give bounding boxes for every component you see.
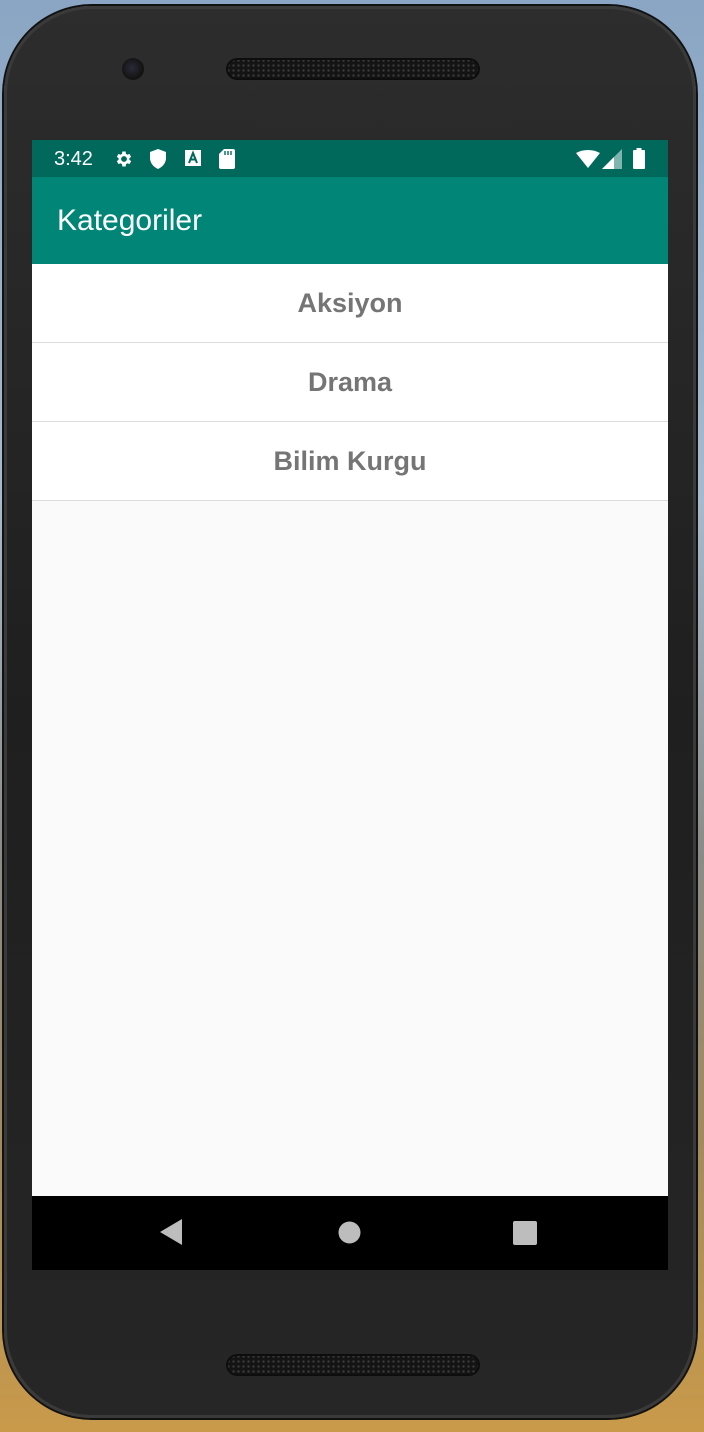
top-speaker-grille (226, 58, 480, 80)
status-time: 3:42 (54, 148, 93, 170)
navigation-bar (32, 1196, 668, 1270)
back-icon[interactable] (160, 1219, 184, 1250)
home-icon[interactable] (338, 1221, 361, 1249)
a-box-icon (184, 149, 202, 172)
category-item-aksiyon[interactable]: Aksiyon (32, 264, 668, 343)
device-screen: 3:42 Kategoriler Aksiyon Drama Bilim Kur… (32, 140, 668, 1270)
status-bar: 3:42 (32, 140, 668, 177)
shield-icon (149, 149, 167, 174)
battery-icon (633, 148, 645, 174)
app-bar: Kategoriler (32, 177, 668, 264)
gear-icon (114, 149, 134, 174)
page-title: Kategoriler (57, 204, 203, 237)
category-item-drama[interactable]: Drama (32, 343, 668, 422)
front-camera (122, 58, 144, 80)
bottom-speaker-grille (226, 1354, 480, 1376)
signal-icon (602, 149, 622, 174)
category-item-bilim-kurgu[interactable]: Bilim Kurgu (32, 422, 668, 501)
recents-icon[interactable] (513, 1221, 537, 1250)
sd-card-icon (219, 149, 235, 174)
category-list: Aksiyon Drama Bilim Kurgu (32, 264, 668, 501)
wifi-icon (576, 150, 600, 173)
